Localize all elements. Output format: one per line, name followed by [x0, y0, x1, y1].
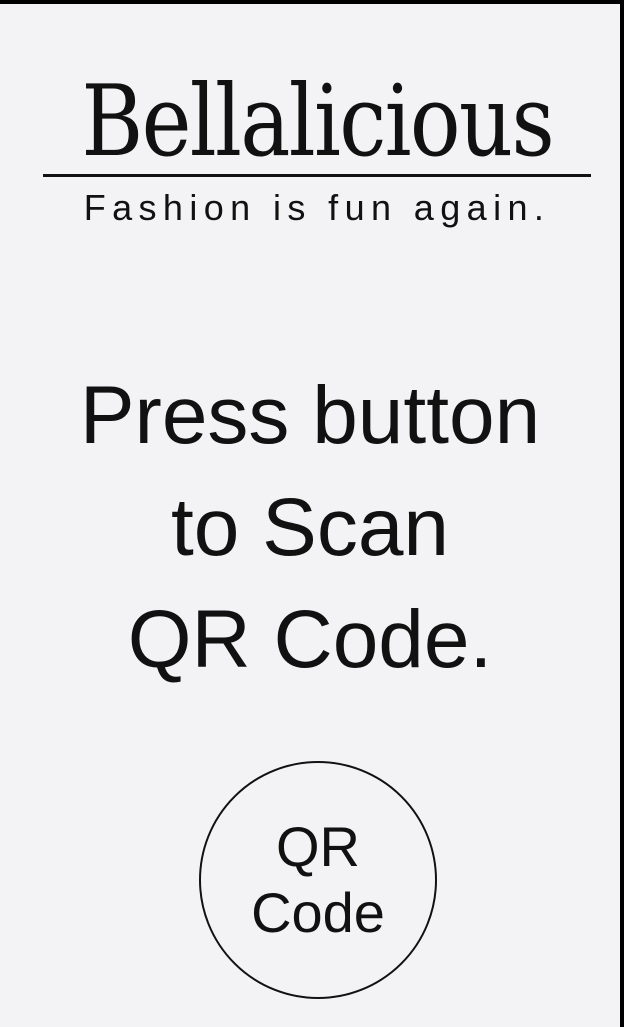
brand-tagline: Fashion is fun again. [83, 187, 551, 228]
app-screen: Bellalicious Fashion is fun again. Press… [0, 4, 620, 1027]
scan-instruction: Press button to Scan QR Code. [20, 360, 600, 696]
scan-button-label-line-1: QR [276, 815, 360, 878]
brand-name: Bellalicious [81, 65, 554, 179]
instruction-line-1: Press button [79, 370, 541, 461]
brand-logo: Bellalicious Fashion is fun again. [43, 65, 591, 228]
brand-divider [43, 174, 591, 177]
instruction-line-3: QR Code. [127, 594, 493, 685]
scan-button-label-line-2: Code [251, 881, 385, 944]
instruction-line-2: to Scan [170, 482, 450, 573]
scan-qr-code-button[interactable]: QR Code [199, 761, 437, 999]
